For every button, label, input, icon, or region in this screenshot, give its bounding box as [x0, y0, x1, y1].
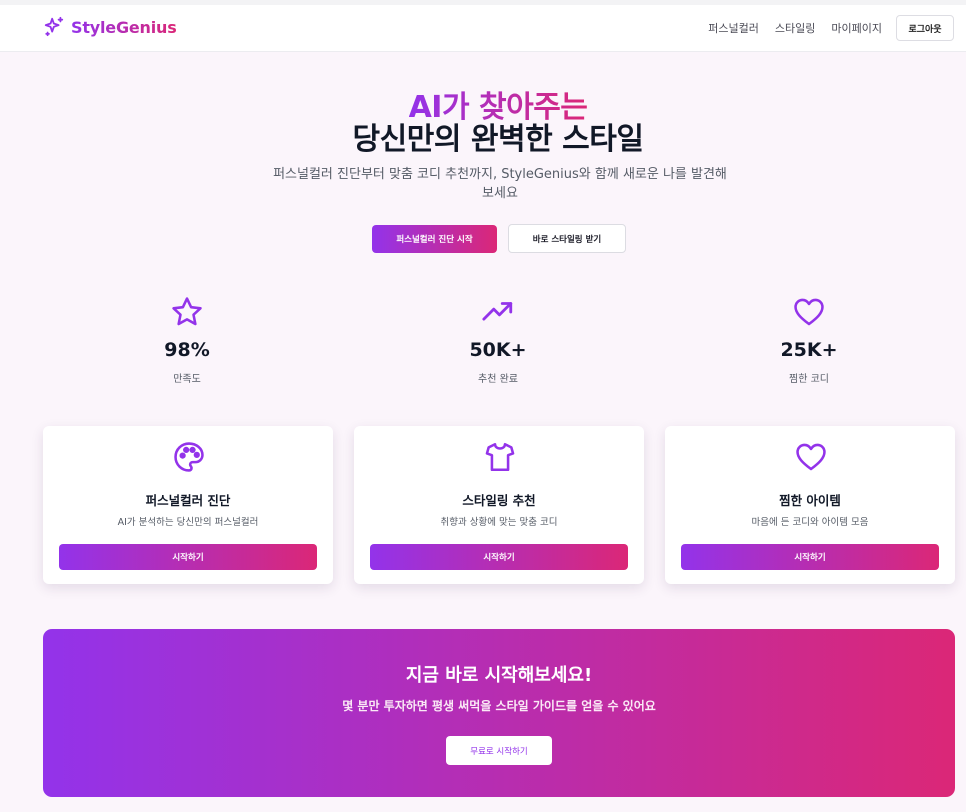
cta-banner: 지금 바로 시작해보세요! 몇 분만 투자하면 평생 써먹을 스타일 가이드를 … [43, 629, 955, 797]
stat-recommendations: 50K+ 추천 완료 [418, 295, 578, 385]
star-icon [172, 297, 202, 326]
brand-name: StyleGenius [71, 17, 177, 37]
palette-icon [174, 442, 204, 472]
card-description: 취향과 상황에 맞는 맞춤 코디 [440, 517, 558, 528]
free-start-button[interactable]: 무료로 시작하기 [446, 736, 552, 765]
sparkles-icon [44, 16, 64, 37]
stat-value: 98% [164, 339, 210, 361]
feature-card-personal-color: 퍼스널컬러 진단 AI가 분석하는 당신만의 퍼스널컬러 시작하기 [43, 426, 333, 584]
card-title: 스타일링 추천 [462, 493, 536, 508]
start-diagnosis-button[interactable]: 퍼스널컬러 진단 시작 [372, 225, 497, 253]
nav-links: 퍼스널컬러 스타일링 마이페이지 [708, 20, 882, 36]
stat-favorites: 25K+ 찜한 코디 [729, 295, 889, 385]
cta-subtitle: 몇 분만 투자하면 평생 써먹을 스타일 가이드를 얻을 수 있어요 [342, 699, 656, 713]
hero-subtitle: 퍼스널컬러 진단부터 맞춤 코디 추천까지, StyleGenius와 함께 새… [273, 167, 727, 201]
stat-satisfaction: 98% 만족도 [107, 295, 267, 385]
quick-styling-button[interactable]: 바로 스타일링 받기 [508, 224, 626, 253]
trending-up-icon [482, 302, 513, 321]
nav-styling[interactable]: 스타일링 [775, 20, 815, 36]
card-title: 찜한 아이템 [779, 493, 841, 508]
heart-icon [794, 298, 824, 326]
stat-value: 50K+ [469, 339, 527, 361]
stat-label: 만족도 [173, 374, 201, 385]
feature-card-favorites: 찜한 아이템 마음에 든 코디와 아이템 모음 시작하기 [665, 426, 955, 584]
brand-logo[interactable]: StyleGenius [43, 16, 177, 38]
stat-label: 추천 완료 [478, 374, 518, 385]
nav-personal-color[interactable]: 퍼스널컬러 [708, 20, 759, 36]
stat-value: 25K+ [780, 339, 838, 361]
hero-title: 당신만의 완벽한 스타일 [352, 122, 644, 157]
card-description: AI가 분석하는 당신만의 퍼스널컬러 [117, 517, 259, 528]
card-title: 퍼스널컬러 진단 [145, 493, 231, 508]
nav-mypage[interactable]: 마이페이지 [831, 20, 882, 36]
cta-title: 지금 바로 시작해보세요! [405, 665, 593, 686]
logout-button[interactable]: 로그아웃 [896, 15, 954, 41]
shirt-icon [485, 442, 515, 472]
card-description: 마음에 든 코디와 아이템 모음 [751, 517, 869, 528]
feature-card-styling: 스타일링 추천 취향과 상황에 맞는 맞춤 코디 시작하기 [354, 426, 644, 584]
stat-label: 찜한 코디 [789, 374, 829, 385]
card-start-button[interactable]: 시작하기 [370, 544, 628, 570]
navbar: StyleGenius 퍼스널컬러 스타일링 마이페이지 로그아웃 [0, 5, 966, 52]
card-start-button[interactable]: 시작하기 [59, 544, 317, 570]
card-start-button[interactable]: 시작하기 [681, 544, 939, 570]
heart-icon [796, 443, 826, 471]
